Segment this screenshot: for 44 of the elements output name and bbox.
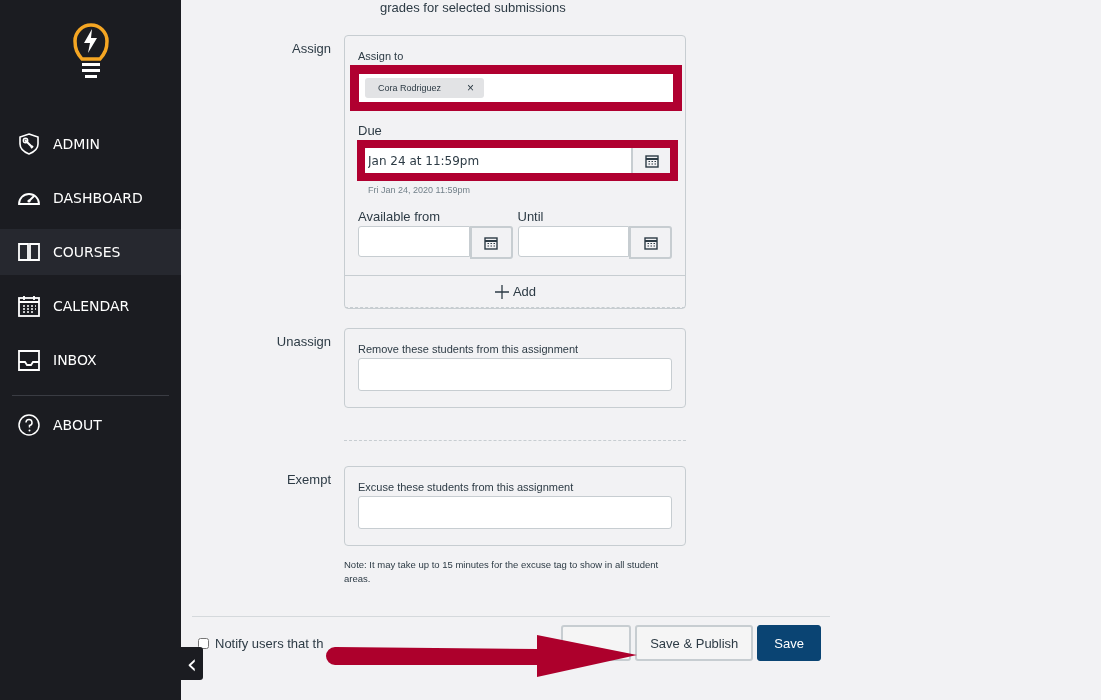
nav-item[interactable]: COURSES xyxy=(0,229,181,275)
due-date-field[interactable]: Jan 24 at 11:59pm xyxy=(365,148,631,173)
calendar-icon xyxy=(17,294,41,318)
nav-item[interactable]: ADMIN xyxy=(0,121,181,167)
field-label: Unassign xyxy=(275,333,331,351)
nav-item[interactable]: CALENDAR xyxy=(0,283,181,329)
instruction-text: grades for selected submissions xyxy=(380,0,567,15)
student-field[interactable] xyxy=(358,358,672,391)
calendar-icon xyxy=(484,235,498,250)
inbox-tray-icon xyxy=(17,348,41,372)
field-label: Assign to xyxy=(358,50,405,62)
add-button[interactable]: Add xyxy=(345,275,685,308)
calendar-button[interactable] xyxy=(469,226,513,259)
plus-icon xyxy=(493,283,510,300)
field-label: Assign xyxy=(290,40,331,58)
shield-icon xyxy=(17,132,41,156)
nav-item[interactable]: INBOX xyxy=(0,337,181,383)
field-label: Available from xyxy=(358,209,442,224)
calendar-icon xyxy=(644,153,659,168)
open-book-icon xyxy=(17,240,41,264)
notify-checkbox[interactable] xyxy=(198,637,209,649)
help-icon xyxy=(17,413,41,437)
collapse-button[interactable]: ‹ xyxy=(181,647,203,680)
date-hint: Fri Jan 24, 2020 11:59pm xyxy=(368,185,471,195)
save-button[interactable]: Save xyxy=(757,625,821,661)
calendar-button[interactable] xyxy=(629,226,672,259)
note-text: Note: It may take up to 15 minutes for the excuse tag to show in all student areas. xyxy=(344,558,660,586)
assign-to-field[interactable]: Cora Rodriguez × xyxy=(359,74,673,102)
nav-item[interactable]: ABOUT xyxy=(0,402,181,448)
field-label: Until xyxy=(517,209,545,224)
field-label: Excuse these students from this assignment xyxy=(358,481,575,493)
field-label: Exempt xyxy=(285,471,331,489)
calendar-icon xyxy=(643,235,658,250)
student-field[interactable] xyxy=(358,496,672,529)
field-label: Remove these students from this assignment xyxy=(358,343,580,355)
date-field[interactable] xyxy=(517,226,629,257)
lightbulb-logo-icon xyxy=(72,21,109,81)
notify-label: Notify users that th xyxy=(215,635,324,651)
student-tag: Cora Rodriguez × xyxy=(365,78,485,98)
field-label: Due xyxy=(358,123,383,138)
date-field[interactable] xyxy=(358,226,470,257)
remove-button[interactable]: × xyxy=(467,81,475,95)
nav-item[interactable]: DASHBOARD xyxy=(0,175,181,221)
save-publish-button[interactable]: Save & Publish xyxy=(635,625,754,661)
